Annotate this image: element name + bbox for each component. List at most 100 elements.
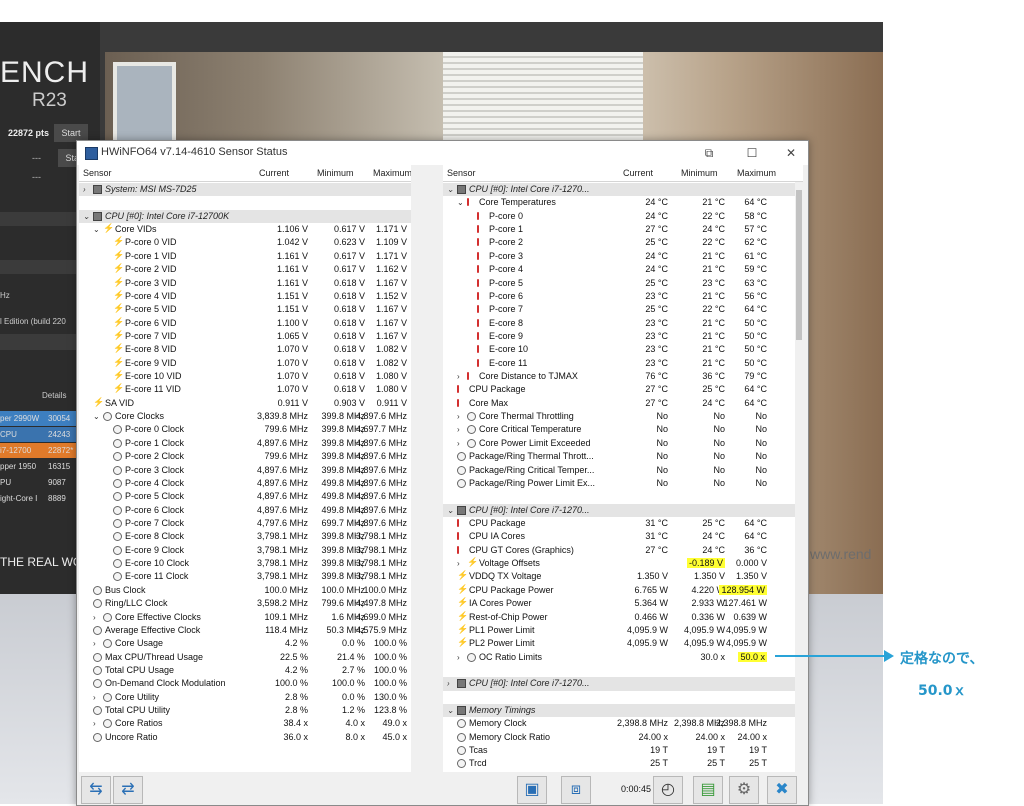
col-minimum[interactable]: Minimum: [681, 168, 718, 178]
sensors-icon[interactable]: ⧈: [561, 776, 591, 804]
expand-chevron-icon[interactable]: ›: [83, 183, 91, 196]
title-bar[interactable]: HWiNFO64 v7.14-4610 Sensor Status ⧉ ☐ ✕: [77, 141, 808, 165]
sensor-row[interactable]: ⚡ SA VID 0.911 V 0.903 V 0.911 V: [79, 397, 411, 410]
sensor-row[interactable]: ⚡ PL1 Power Limit 4,095.9 W 4,095.9 W 4,095.…: [443, 624, 803, 637]
expand-chevron-icon[interactable]: ›: [457, 410, 465, 423]
sensor-row[interactable]: ⚡ E-core 9 VID 1.070 V 0.618 V 1.082 V: [79, 357, 411, 370]
expand-chevron-icon[interactable]: ›: [93, 717, 101, 730]
nav-left-right-icon[interactable]: ⇆: [81, 776, 111, 804]
network-icon[interactable]: ▣: [517, 776, 547, 804]
sensor-row[interactable]: Tcas 19 T 19 T 19 T: [443, 744, 803, 757]
sensor-row[interactable]: ⌄ Core Clocks 3,839.8 MHz 399.8 MHz 4,897.6 …: [79, 410, 411, 423]
sensor-row[interactable]: Uncore Ratio 36.0 x 8.0 x 45.0 x: [79, 731, 411, 744]
scrollbar-thumb[interactable]: [796, 190, 802, 340]
sensor-row[interactable]: Package/Ring Thermal Thrott... No No No: [443, 450, 803, 463]
sensor-row[interactable]: P-core 4 Clock 4,897.6 MHz 499.8 MHz 4,897.…: [79, 477, 411, 490]
sensor-row[interactable]: ⚡ IA Cores Power 5.364 W 2.933 W 127.461 W: [443, 597, 803, 610]
sensor-row[interactable]: › Core Thermal Throttling No No No: [443, 410, 803, 423]
sensor-row[interactable]: ⚡ PL2 Power Limit 4,095.9 W 4,095.9 W 4,095.…: [443, 637, 803, 650]
collapse-chevron-icon[interactable]: ⌄: [457, 196, 465, 209]
sensor-row[interactable]: Ring/LLC Clock 3,598.2 MHz 799.6 MHz 4,497.…: [79, 597, 411, 610]
sensor-row[interactable]: Trcd 25 T 25 T 25 T: [443, 757, 803, 770]
sensor-row[interactable]: CPU IA Cores 31 °C 24 °C 64 °C: [443, 530, 803, 543]
expand-chevron-icon[interactable]: ›: [457, 437, 465, 450]
sensor-row[interactable]: ⚡ P-core 6 VID 1.100 V 0.618 V 1.167 V: [79, 317, 411, 330]
sensor-row[interactable]: Total CPU Utility 2.8 % 1.2 % 123.8 %: [79, 704, 411, 717]
sensor-row[interactable]: Total CPU Usage 4.2 % 2.7 % 100.0 %: [79, 664, 411, 677]
sensor-row[interactable]: Average Effective Clock 118.4 MHz 50.3 MHz…: [79, 624, 411, 637]
expand-chevron-icon[interactable]: ›: [93, 637, 101, 650]
sensor-row[interactable]: E-core 9 23 °C 21 °C 50 °C: [443, 330, 803, 343]
sensor-row[interactable]: Memory Clock 2,398.8 MHz 2,398.8 MHz 2,398.…: [443, 717, 803, 730]
sensor-group-header[interactable]: ⌄ CPU [#0]: Intel Core i7-1270...: [443, 503, 803, 517]
sensor-row[interactable]: ⚡ CPU Package Power 6.765 W 4.220 W 128.954 …: [443, 584, 803, 597]
sensor-row[interactable]: E-core 9 Clock 3,798.1 MHz 399.8 MHz 3,798.…: [79, 544, 411, 557]
sensor-row[interactable]: › Core Critical Temperature No No No: [443, 423, 803, 436]
sensor-row[interactable]: P-core 6 Clock 4,897.6 MHz 499.8 MHz 4,897.…: [79, 504, 411, 517]
sensor-group-header[interactable]: › System: MSI MS-7D25: [79, 183, 411, 197]
sensor-row[interactable]: ⚡ E-core 11 VID 1.070 V 0.618 V 1.080 V: [79, 383, 411, 396]
col-sensor[interactable]: Sensor: [447, 168, 476, 178]
sensor-row[interactable]: P-core 0 Clock 799.6 MHz 399.8 MHz 4,697.7 …: [79, 423, 411, 436]
sensor-row[interactable]: ⚡ VDDQ TX Voltage 1.350 V 1.350 V 1.350 V: [443, 570, 803, 583]
expand-chevron-icon[interactable]: ›: [457, 557, 465, 570]
sensor-row[interactable]: P-core 7 Clock 4,797.6 MHz 699.7 MHz 4,897.…: [79, 517, 411, 530]
maximize-icon[interactable]: ☐: [742, 143, 762, 163]
sensor-group-header[interactable]: ⌄ Memory Timings: [443, 704, 803, 718]
sensor-row[interactable]: ⚡ P-core 4 VID 1.151 V 0.618 V 1.152 V: [79, 290, 411, 303]
clock-icon[interactable]: ◴: [653, 776, 683, 804]
sensor-row[interactable]: Package/Ring Critical Temper... No No No: [443, 464, 803, 477]
sensor-row[interactable]: Max CPU/Thread Usage 22.5 % 21.4 % 100.0 %: [79, 651, 411, 664]
sensor-row[interactable]: P-core 1 27 °C 24 °C 57 °C: [443, 223, 803, 236]
sensor-row[interactable]: E-core 8 Clock 3,798.1 MHz 399.8 MHz 3,798.…: [79, 530, 411, 543]
col-maximum[interactable]: Maximum: [737, 168, 776, 178]
sensor-row[interactable]: ⌄ ⚡ Core VIDs 1.106 V 0.617 V 1.171 V: [79, 223, 411, 236]
sensor-row[interactable]: Core Max 27 °C 24 °C 64 °C: [443, 397, 803, 410]
sensor-row[interactable]: P-core 3 24 °C 21 °C 61 °C: [443, 250, 803, 263]
sensor-row[interactable]: E-core 11 23 °C 21 °C 50 °C: [443, 357, 803, 370]
collapse-chevron-icon[interactable]: ⌄: [447, 183, 455, 196]
sensor-row[interactable]: › Core Effective Clocks 109.1 MHz 1.6 MHz 4,…: [79, 611, 411, 624]
collapse-chevron-icon[interactable]: ⌄: [93, 223, 101, 236]
report-icon[interactable]: ▤: [693, 776, 723, 804]
sensor-row[interactable]: P-core 1 Clock 4,897.6 MHz 399.8 MHz 4,897.…: [79, 437, 411, 450]
sensor-row[interactable]: Bus Clock 100.0 MHz 100.0 MHz 100.0 MHz: [79, 584, 411, 597]
sensor-row[interactable]: › Core Ratios 38.4 x 4.0 x 49.0 x: [79, 717, 411, 730]
sensor-row[interactable]: ⌄ Core Temperatures 24 °C 21 °C 64 °C: [443, 196, 803, 209]
col-current[interactable]: Current: [259, 168, 289, 178]
nav-collapse-icon[interactable]: ⇄: [113, 776, 143, 804]
sensor-group-header[interactable]: ⌄ CPU [#0]: Intel Core i7-12700K: [79, 209, 411, 224]
sensor-row[interactable]: P-core 3 Clock 4,897.6 MHz 399.8 MHz 4,897.…: [79, 464, 411, 477]
col-sensor[interactable]: Sensor: [83, 168, 112, 178]
sensor-row[interactable]: ⚡ E-core 8 VID 1.070 V 0.618 V 1.082 V: [79, 343, 411, 356]
cinebench-details[interactable]: Details: [42, 391, 66, 400]
expand-chevron-icon[interactable]: ›: [457, 423, 465, 436]
sensor-row[interactable]: ⚡ P-core 3 VID 1.161 V 0.618 V 1.167 V: [79, 277, 411, 290]
sensor-row[interactable]: › ⚡ Voltage Offsets -0.189 V 0.000 V: [443, 557, 803, 570]
close-x-icon[interactable]: ✖: [767, 776, 797, 804]
sensor-row[interactable]: CPU Package 27 °C 25 °C 64 °C: [443, 383, 803, 396]
col-current[interactable]: Current: [623, 168, 653, 178]
sensor-row[interactable]: ⚡ P-core 0 VID 1.042 V 0.623 V 1.109 V: [79, 236, 411, 249]
sensor-row[interactable]: E-core 11 Clock 3,798.1 MHz 399.8 MHz 3,798…: [79, 570, 411, 583]
sensor-row[interactable]: Package/Ring Power Limit Ex... No No No: [443, 477, 803, 490]
sensor-row[interactable]: ⚡ E-core 10 VID 1.070 V 0.618 V 1.080 V: [79, 370, 411, 383]
sensor-row[interactable]: ⚡ P-core 5 VID 1.151 V 0.618 V 1.167 V: [79, 303, 411, 316]
sensor-row[interactable]: › Core Power Limit Exceeded No No No: [443, 437, 803, 450]
sensor-row[interactable]: ⚡ P-core 7 VID 1.065 V 0.618 V 1.167 V: [79, 330, 411, 343]
sensor-row[interactable]: On-Demand Clock Modulation 100.0 % 100.0 %…: [79, 677, 411, 690]
sensor-row[interactable]: ⚡ Rest-of-Chip Power 0.466 W 0.336 W 0.639 W: [443, 611, 803, 624]
sensor-row[interactable]: › Core Usage 4.2 % 0.0 % 100.0 %: [79, 637, 411, 650]
sensor-group-header[interactable]: › CPU [#0]: Intel Core i7-1270...: [443, 677, 803, 691]
sensor-row[interactable]: P-core 5 Clock 4,897.6 MHz 499.8 MHz 4,897.…: [79, 490, 411, 503]
sensor-row[interactable]: P-core 2 25 °C 22 °C 62 °C: [443, 236, 803, 249]
restore-icon[interactable]: ⧉: [699, 143, 719, 163]
sensor-row[interactable]: ⚡ P-core 1 VID 1.161 V 0.617 V 1.171 V: [79, 250, 411, 263]
col-maximum[interactable]: Maximum: [373, 168, 411, 178]
vertical-scrollbar[interactable]: [795, 182, 803, 772]
sensor-row[interactable]: › OC Ratio Limits 30.0 x 50.0 x: [443, 651, 803, 664]
sensor-row[interactable]: › Core Distance to TJMAX 76 °C 36 °C 79 °C: [443, 370, 803, 383]
sensor-row[interactable]: CPU Package 31 °C 25 °C 64 °C: [443, 517, 803, 530]
sensor-row[interactable]: ⚡ P-core 2 VID 1.161 V 0.617 V 1.162 V: [79, 263, 411, 276]
close-icon[interactable]: ✕: [781, 143, 801, 163]
